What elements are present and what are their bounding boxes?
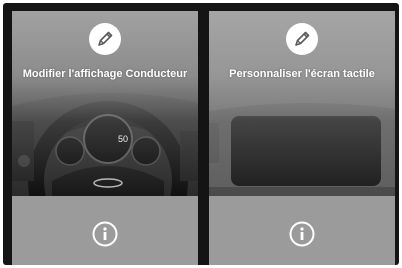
driver-display-preview: 50 Modifier l'affichage Conducteur [12, 11, 198, 196]
card-info-area [12, 196, 198, 265]
card-driver-display[interactable]: 50 Modifier l'affichage Conducteur [12, 11, 198, 265]
pencil-icon[interactable] [88, 22, 122, 56]
card-title: Personnaliser l'écran tactile [229, 68, 375, 80]
touchscreen-preview: Personnaliser l'écran tactile [209, 11, 395, 196]
info-icon[interactable] [289, 221, 315, 247]
speed-readout: 50 [117, 134, 128, 144]
card-touchscreen[interactable]: Personnaliser l'écran tactile [209, 11, 395, 265]
card-info-area [209, 196, 395, 265]
info-icon[interactable] [92, 221, 118, 247]
card-title: Modifier l'affichage Conducteur [22, 68, 188, 80]
pencil-icon[interactable] [285, 22, 319, 56]
